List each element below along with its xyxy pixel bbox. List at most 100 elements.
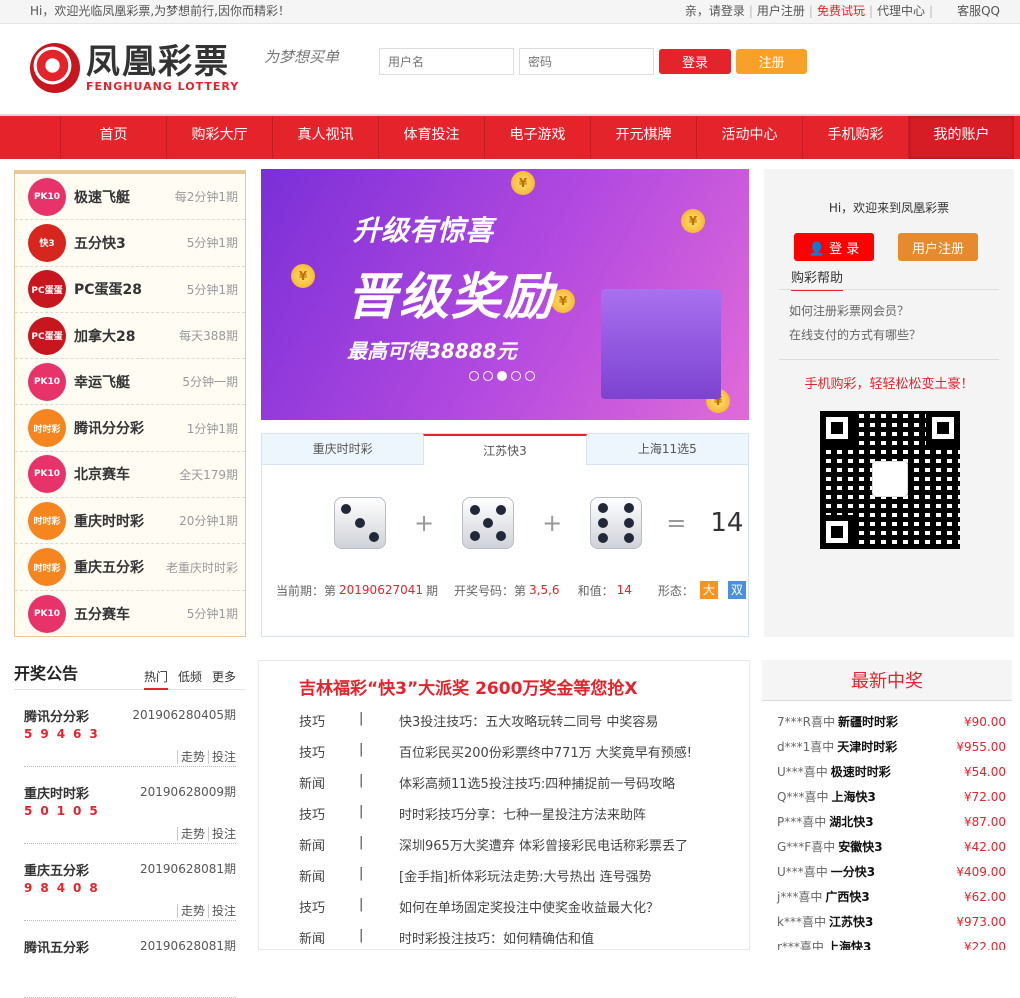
logo-chinese: 凤凰彩票 bbox=[86, 41, 230, 82]
carousel-dot[interactable] bbox=[511, 371, 521, 381]
lottery-item[interactable]: PK10 北京赛车 全天179期 bbox=[15, 452, 245, 499]
help-link[interactable]: 如何注册彩票网会员？ bbox=[789, 302, 909, 319]
draw-announcements: 开奖公告 热门 低频 更多 腾讯分分彩 201906280405期 59463 走势投… bbox=[14, 660, 246, 998]
carousel-dot[interactable] bbox=[497, 371, 507, 381]
separator: | bbox=[359, 773, 364, 788]
news-panel: 吉林福彩“快3”大派奖 2600万奖金等您抢X 技巧 | 快3投注技巧：五大攻略玩转… bbox=[258, 660, 750, 950]
winner-row: Q***喜中 上海快3 ¥72.00 bbox=[762, 784, 1012, 809]
tab-low-frequency[interactable]: 低频 bbox=[178, 668, 202, 690]
winner-row: U***喜中 极速时时彩 ¥54.00 bbox=[762, 759, 1012, 784]
free-trial-link[interactable]: 免费试玩 bbox=[817, 0, 865, 22]
header-login-button[interactable]: 登录 bbox=[659, 49, 731, 74]
carousel-dot[interactable] bbox=[483, 371, 493, 381]
bet-link[interactable]: 投注 bbox=[207, 904, 236, 918]
lottery-item[interactable]: PK10 极速飞艇 每2分钟1期 bbox=[15, 174, 245, 221]
password-input[interactable] bbox=[519, 48, 654, 75]
news-item[interactable]: 技巧 | 快3投注技巧：五大攻略玩转二同号 中奖容易 bbox=[299, 711, 658, 730]
header-register-button[interactable]: 注册 bbox=[736, 49, 807, 74]
customer-qq-link[interactable]: 客服QQ bbox=[957, 0, 1000, 22]
panel-register-button[interactable]: 用户注册 bbox=[898, 233, 978, 261]
mobile-promo-text: 手机购彩，轻轻松松变土豪！ bbox=[804, 377, 974, 392]
issue-number: 20190628081期 bbox=[140, 939, 236, 953]
help-link[interactable]: 在线支付的方式有哪些？ bbox=[789, 326, 921, 343]
agent-center-link[interactable]: 代理中心 bbox=[877, 0, 925, 22]
lottery-item[interactable]: PC蛋蛋 加拿大28 每天388期 bbox=[15, 313, 245, 360]
news-item[interactable]: 技巧 | 百位彩民买200份彩票终中771万 大奖竟早有预感! bbox=[299, 742, 692, 761]
lottery-name: 腾讯分分彩 bbox=[24, 710, 90, 725]
draw-tab[interactable]: 江苏快3 bbox=[423, 434, 587, 465]
news-item[interactable]: 技巧 | 时时彩技巧分享：七种一星投注方法来助阵 bbox=[299, 804, 646, 823]
trend-link[interactable]: 走势 bbox=[176, 904, 205, 918]
logo[interactable]: 凤凰彩票 FENGHUANG LOTTERY bbox=[30, 38, 260, 98]
news-item[interactable]: 新闻 | 体彩高频11选5投注技巧:四种捕捉前一号码攻略 bbox=[299, 773, 675, 792]
carousel-dot[interactable] bbox=[525, 371, 535, 381]
winner-amount: ¥955.00 bbox=[956, 739, 1006, 754]
trend-link[interactable]: 走势 bbox=[176, 750, 205, 764]
winner-game: 极速时时彩 bbox=[830, 765, 891, 779]
winner-game: 上海快3 bbox=[826, 940, 872, 950]
lottery-item[interactable]: PC蛋蛋 PC蛋蛋28 5分钟1期 bbox=[15, 267, 245, 313]
lottery-frequency: 5分钟1期 bbox=[186, 282, 238, 297]
nav-item[interactable]: 首页 bbox=[60, 116, 166, 159]
lottery-item[interactable]: 时时彩 重庆五分彩 老重庆时时彩 bbox=[15, 544, 245, 591]
draw-tab[interactable]: 上海11选5 bbox=[586, 434, 748, 465]
separator: | bbox=[359, 866, 364, 881]
news-item[interactable]: 新闻 | [金手指]析体彩玩法走势:大号热出 连号强势 bbox=[299, 866, 652, 885]
lottery-icon: 时时彩 bbox=[28, 409, 66, 448]
register-link[interactable]: 用户注册 bbox=[757, 0, 805, 22]
news-item[interactable]: 技巧 | 如何在单场固定奖投注中使奖金收益最大化？ bbox=[299, 897, 659, 916]
news-item[interactable]: 新闻 | 深圳965万大奖遭弃 体彩曾接彩民电话称彩票丢了 bbox=[299, 835, 688, 854]
issue-number: 20190628081期 bbox=[140, 862, 236, 876]
winner-row: P***喜中 湖北快3 ¥87.00 bbox=[762, 809, 1012, 834]
lottery-name: 五分快3 bbox=[74, 235, 126, 252]
separator: | bbox=[359, 928, 364, 943]
news-title: 时时彩技巧分享：七种一星投注方法来助阵 bbox=[399, 808, 647, 823]
nav-item[interactable]: 体育投注 bbox=[378, 116, 484, 159]
news-category: 技巧 bbox=[299, 746, 326, 761]
promo-banner[interactable]: ¥ ¥ ¥ ¥ ¥ 升级有惊喜 晋级奖励 最高可得38888元 bbox=[261, 169, 749, 420]
plus-sign: + bbox=[414, 509, 435, 537]
username-input[interactable] bbox=[379, 48, 514, 75]
panel-login-button[interactable]: 👤 登 录 bbox=[794, 233, 874, 261]
news-headline[interactable]: 吉林福彩“快3”大派奖 2600万奖金等您抢X bbox=[299, 674, 638, 699]
news-category: 技巧 bbox=[299, 901, 326, 916]
lottery-item[interactable]: 快3 五分快3 5分钟1期 bbox=[15, 220, 245, 267]
winner-game: 广西快3 bbox=[825, 890, 870, 904]
winner-row: r***喜中 上海快3 ¥22.00 bbox=[762, 934, 1012, 951]
carousel-dot[interactable] bbox=[469, 371, 479, 381]
nav-item[interactable]: 真人视讯 bbox=[272, 116, 378, 159]
nav-item[interactable]: 电子游戏 bbox=[484, 116, 590, 159]
welcome-text: Hi，欢迎光临凤凰彩票,为梦想前行,因你而精彩！ bbox=[30, 4, 290, 18]
winner-game: 新疆时时彩 bbox=[837, 715, 898, 729]
separator: | bbox=[359, 897, 364, 912]
winner-amount: ¥22.00 bbox=[964, 939, 1006, 951]
banner-line3: 最高可得38888元 bbox=[347, 339, 517, 363]
nav-item[interactable]: 购彩大厅 bbox=[166, 116, 272, 159]
tab-hot[interactable]: 热门 bbox=[143, 668, 168, 690]
top-bar: Hi，欢迎光临凤凰彩票,为梦想前行,因你而精彩！ 亲，请登录 | 用户注册 | 免费… bbox=[0, 0, 1020, 24]
announcement-item: 腾讯五分彩 20190628081期 bbox=[24, 921, 236, 998]
period-value: 20190627041 bbox=[339, 583, 423, 597]
lottery-name: 腾讯分分彩 bbox=[74, 421, 144, 438]
lottery-item[interactable]: 时时彩 腾讯分分彩 1分钟1期 bbox=[15, 405, 245, 452]
news-title: 百位彩民买200份彩票终中771万 大奖竟早有预感! bbox=[399, 746, 692, 761]
numbers-value: 3,5,6 bbox=[529, 583, 560, 597]
draw-tab[interactable]: 重庆时时彩 bbox=[262, 434, 424, 465]
winner-game: 一分快3 bbox=[830, 865, 876, 879]
lottery-item[interactable]: PK10 五分赛车 5分钟1期 bbox=[15, 591, 245, 637]
trend-link[interactable]: 走势 bbox=[176, 827, 205, 841]
nav-item[interactable]: 我的账户 bbox=[908, 116, 1014, 159]
nav-item[interactable]: 开元棋牌 bbox=[590, 116, 696, 159]
lottery-icon: 快3 bbox=[28, 223, 66, 262]
bet-link[interactable]: 投注 bbox=[207, 750, 236, 764]
lottery-item[interactable]: PK10 幸运飞艇 5分钟一期 bbox=[15, 359, 245, 406]
news-title: [金手指]析体彩玩法走势:大号热出 连号强势 bbox=[399, 870, 652, 885]
tab-more[interactable]: 更多 bbox=[212, 668, 236, 690]
news-item[interactable]: 新闻 | 时时彩投注技巧：如何精确估和值 bbox=[299, 928, 594, 947]
nav-item[interactable]: 手机购彩 bbox=[802, 116, 908, 159]
announcement-item: 重庆五分彩 20190628081期 98408 走势 投注 bbox=[24, 844, 236, 921]
login-link[interactable]: 亲，请登录 bbox=[685, 0, 745, 22]
bet-link[interactable]: 投注 bbox=[207, 827, 236, 841]
nav-item[interactable]: 活动中心 bbox=[696, 116, 802, 159]
lottery-item[interactable]: 时时彩 重庆时时彩 20分钟1期 bbox=[15, 498, 245, 545]
